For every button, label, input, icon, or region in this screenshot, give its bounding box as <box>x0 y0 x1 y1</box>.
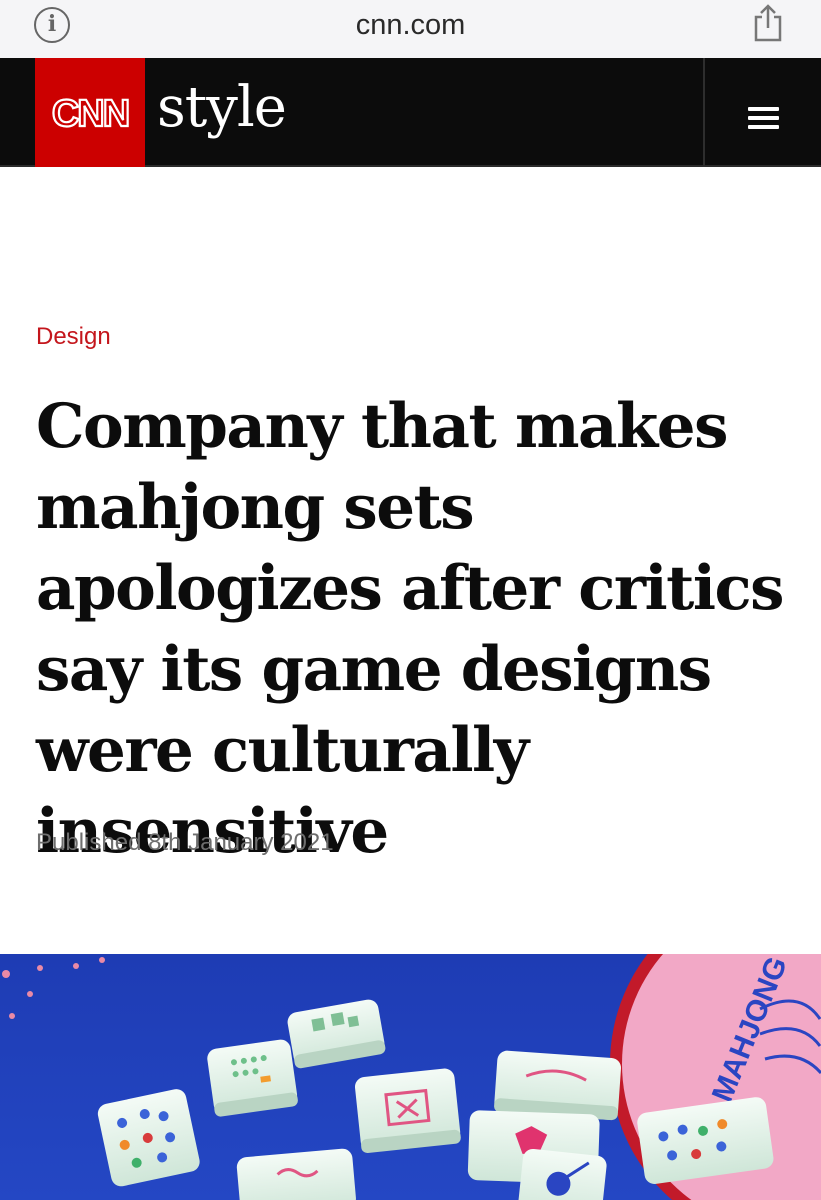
browser-address-bar: i cnn.com <box>0 0 821 58</box>
section-label[interactable]: Design <box>36 323 111 351</box>
article-hero-image: MAHJONG <box>0 954 821 1200</box>
share-icon[interactable] <box>750 3 786 43</box>
article-headline: Company that makes mahjong sets apologiz… <box>36 391 785 867</box>
url-display[interactable]: cnn.com <box>0 9 821 42</box>
style-section-wordmark[interactable]: style <box>157 78 287 138</box>
publish-date: Published 8th January 2021 <box>36 829 334 856</box>
cnn-logo[interactable]: CNN <box>35 58 145 167</box>
site-header: CNN style <box>0 58 821 167</box>
mahjong-tiles-photo: MAHJONG <box>0 954 821 1200</box>
cnn-logo-mark: CNN <box>51 92 132 134</box>
hamburger-menu-icon[interactable] <box>705 58 821 167</box>
svg-text:CNN: CNN <box>52 93 128 134</box>
